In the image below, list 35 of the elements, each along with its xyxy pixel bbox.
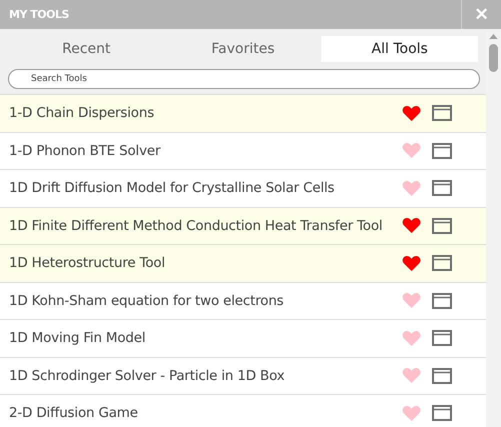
window-icon[interactable] [432, 105, 452, 122]
scrollbar[interactable] [486, 29, 501, 427]
window-icon[interactable] [432, 255, 452, 272]
heart-icon[interactable] [402, 254, 421, 272]
window-icon[interactable] [432, 368, 452, 384]
window-icon[interactable] [432, 330, 452, 346]
tool-name: 1D Finite Different Method Conduction Heat Transfer Tool [9, 218, 384, 234]
scroll-up-icon[interactable] [489, 34, 498, 39]
window-icon[interactable] [432, 142, 452, 159]
window-icon[interactable] [432, 180, 452, 196]
search-field[interactable]: Search Tools [8, 69, 480, 89]
heart-icon[interactable] [402, 217, 421, 234]
tool-name: 1-D Chain Dispersions [9, 105, 156, 122]
tool-row[interactable]: 1D Heterostructure Tool [0, 245, 486, 282]
tool-row[interactable]: 1D Finite Different Method Conduction Heat Transfer Tool [0, 208, 486, 245]
tool-name: 1-D Phonon BTE Solver [9, 142, 162, 159]
tool-name: 1D Heterostructure Tool [9, 255, 166, 272]
tool-row[interactable]: 1D Schrodinger Solver - Particle in 1D Box [0, 358, 486, 395]
tab[interactable]: All Tools [321, 36, 478, 62]
window-icon[interactable] [432, 292, 452, 309]
window-icon[interactable] [432, 218, 452, 234]
tool-name: 1D Schrodinger Solver - Particle in 1D Box [9, 368, 286, 384]
tool-row[interactable]: 1D Kohn-Sham equation for two electrons [0, 282, 486, 320]
tab[interactable]: Recent [8, 36, 165, 62]
window-icon[interactable] [432, 405, 452, 422]
panel-title: MY TOOLS [8, 8, 69, 21]
tool-name: 1D Drift Diffusion Model for Crystalline Solar Cells [9, 180, 336, 196]
tool-row[interactable]: 1-D Chain Dispersions [0, 95, 486, 132]
tab[interactable]: Favorites [164, 36, 322, 62]
scrollbar-thumb[interactable] [489, 44, 498, 72]
heart-icon[interactable] [402, 104, 421, 122]
tool-name: 1D Moving Fin Model [9, 330, 146, 346]
tool-name: 2-D Diffusion Game [9, 405, 139, 422]
tool-name: 1D Kohn-Sham equation for two electrons [9, 292, 285, 309]
tool-row[interactable]: 1-D Phonon BTE Solver [0, 132, 486, 170]
